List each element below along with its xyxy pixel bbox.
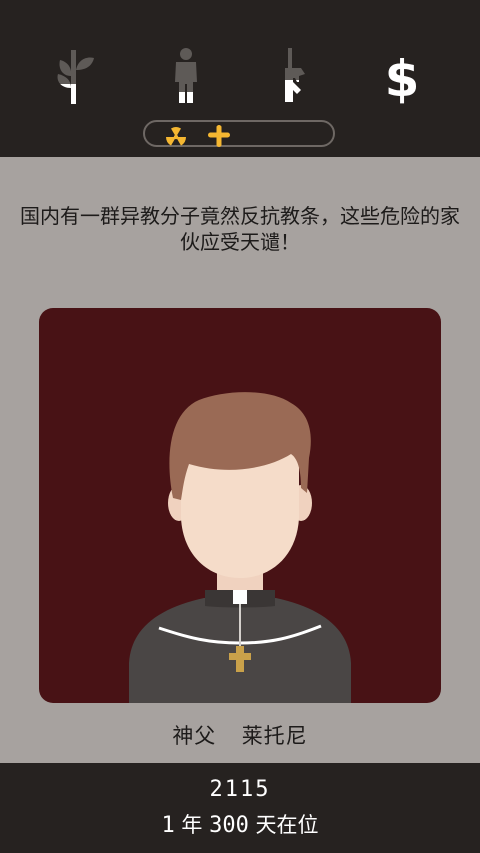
reign-years: 1 <box>161 813 175 838</box>
reign-duration: 1 年 300 天在位 <box>0 809 480 839</box>
status-footer: 2115 1 年 300 天在位 <box>0 763 480 853</box>
reign-days: 300 <box>209 813 249 838</box>
rifle-icon <box>285 48 305 102</box>
current-year: 2115 <box>209 777 271 802</box>
character-portrait[interactable] <box>39 308 441 703</box>
character-given-name: 莱托尼 <box>241 724 308 748</box>
people-stat[interactable] <box>161 46 211 106</box>
days-unit: 天在位 <box>255 813 319 837</box>
church-cross-icon <box>57 50 94 104</box>
radiation-icon <box>166 127 186 146</box>
person-icon <box>175 48 197 103</box>
character-title: 神父 <box>172 724 217 748</box>
priest-portrait-image <box>129 392 351 703</box>
years-unit: 年 <box>181 813 203 837</box>
badge-bar <box>143 120 335 147</box>
cross-badge[interactable] <box>208 125 230 147</box>
character-name: 神父 莱托尼 <box>0 720 480 750</box>
dollar-icon: $ <box>385 50 420 106</box>
event-message: 国内有一群异教分子竟然反抗教条，这些危险的家伙应受天谴！ <box>20 204 460 254</box>
cross-icon <box>208 125 230 147</box>
stats-bar: $ <box>0 0 480 157</box>
radiation-badge[interactable] <box>165 125 187 147</box>
church-stat[interactable] <box>48 46 98 106</box>
army-stat[interactable] <box>271 46 321 106</box>
money-stat[interactable]: $ <box>377 46 427 106</box>
svg-text:$: $ <box>385 50 420 106</box>
